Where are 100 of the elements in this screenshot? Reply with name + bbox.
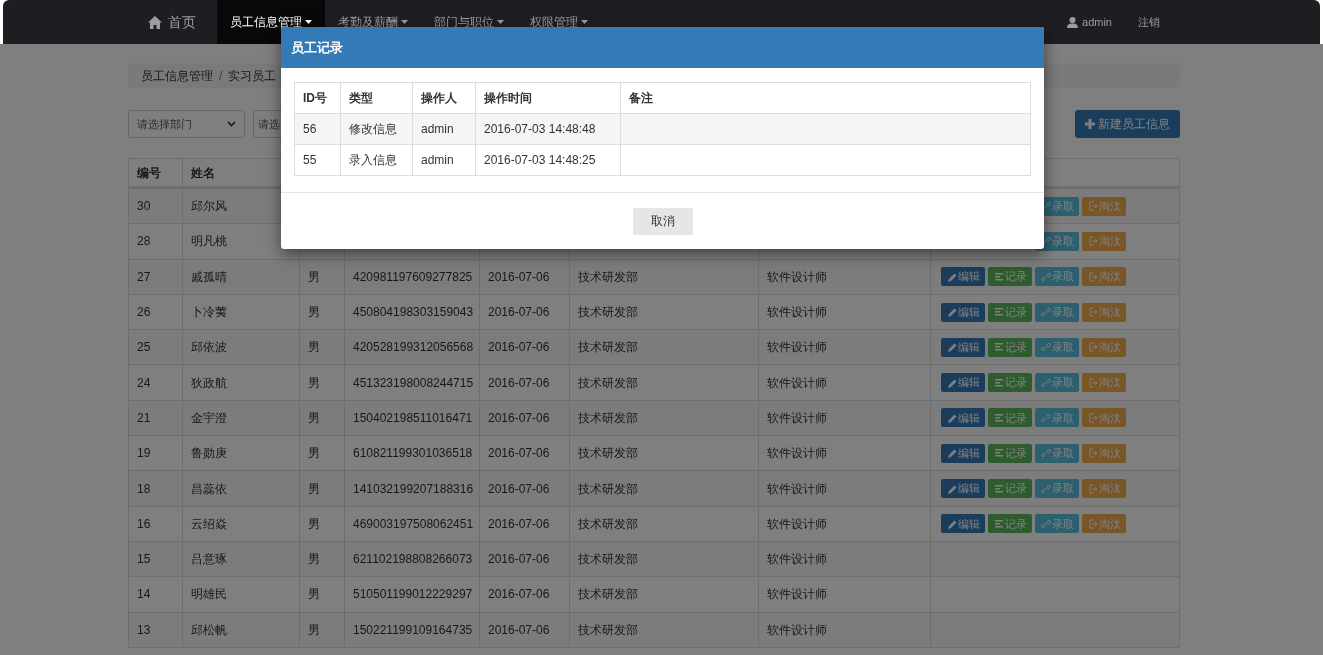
recruit-button[interactable]: 录取 <box>1035 373 1079 393</box>
table-cell: 2016-07-06 <box>480 506 570 541</box>
record-button[interactable]: 记录 <box>988 337 1032 357</box>
recruit-button[interactable]: 录取 <box>1035 479 1079 498</box>
select-field[interactable]: 请选择部门 <box>128 110 245 138</box>
new-employee-button[interactable]: 新建员工信息 <box>1075 110 1180 138</box>
table-cell: 2016-07-06 <box>480 612 570 647</box>
table-cell: 云绍焱 <box>183 506 300 541</box>
dismiss-button[interactable]: 淘汰 <box>1082 443 1126 463</box>
cancel-button[interactable]: 取消 <box>632 207 693 235</box>
nav-item[interactable]: 权限管理 <box>517 0 601 44</box>
link-icon <box>1040 412 1051 423</box>
dismiss-button[interactable]: 淘汰 <box>1082 337 1126 357</box>
table-cell: 150221199109164735 <box>345 612 480 647</box>
record-button[interactable]: 记录 <box>988 479 1032 498</box>
dismiss-button[interactable]: 淘汰 <box>1082 231 1126 251</box>
dismiss-button[interactable]: 淘汰 <box>1082 373 1126 393</box>
recruit-button[interactable]: 录取 <box>1035 337 1079 357</box>
exit-icon <box>1087 448 1098 459</box>
table-cell: 软件设计师 <box>759 612 931 647</box>
dismiss-button[interactable]: 淘汰 <box>1082 267 1126 287</box>
exit-icon <box>1087 518 1098 529</box>
edit-button[interactable]: 编辑 <box>941 479 985 498</box>
table-cell: admin <box>413 145 476 175</box>
table-cell: 邱松帆 <box>183 612 300 647</box>
table-cell: 2016-07-06 <box>480 577 570 612</box>
table-cell: 13 <box>129 612 183 647</box>
user-link[interactable]: admin <box>1067 13 1112 31</box>
list-icon <box>993 518 1004 529</box>
list-icon <box>993 448 1004 459</box>
exit-icon <box>1087 271 1098 282</box>
dismiss-button[interactable]: 淘汰 <box>1082 514 1126 534</box>
pencil-icon <box>946 271 957 282</box>
table-cell: 男 <box>300 365 345 400</box>
breadcrumb-separator: / <box>219 67 223 85</box>
column-header: 备注 <box>628 90 654 107</box>
recruit-button[interactable]: 录取 <box>1035 302 1079 322</box>
pencil-icon <box>946 342 957 353</box>
edit-button[interactable]: 编辑 <box>941 302 985 322</box>
nav-item[interactable]: 部门与职位 <box>421 0 517 44</box>
edit-button[interactable]: 编辑 <box>941 337 985 357</box>
recruit-button[interactable]: 录取 <box>1035 408 1079 428</box>
exit-icon <box>1087 377 1098 388</box>
link-icon <box>1040 307 1051 318</box>
table-cell: 技术研发部 <box>570 471 759 506</box>
breadcrumb-link[interactable]: 实习员工 <box>228 66 277 85</box>
table-cell: 420981197609277825 <box>345 259 480 294</box>
caret-icon <box>305 20 312 24</box>
home-icon <box>148 15 162 29</box>
list-icon <box>993 307 1004 318</box>
table-cell: 28 <box>129 224 183 259</box>
dismiss-button[interactable]: 淘汰 <box>1082 479 1126 498</box>
record-button[interactable]: 记录 <box>988 443 1032 463</box>
record-button[interactable]: 记录 <box>988 302 1032 322</box>
pencil-icon <box>946 483 957 494</box>
table-cell: 469003197508062451 <box>345 506 480 541</box>
table-cell: 27 <box>129 259 183 294</box>
edit-button[interactable]: 编辑 <box>941 443 985 463</box>
exit-icon <box>1087 201 1098 212</box>
pencil-icon <box>946 412 957 423</box>
table-cell: 技术研发部 <box>570 506 759 541</box>
edit-button[interactable]: 编辑 <box>941 267 985 287</box>
caret-icon <box>497 20 504 24</box>
table-cell: 软件设计师 <box>759 577 931 612</box>
dismiss-button[interactable]: 淘汰 <box>1082 196 1126 216</box>
record-button[interactable]: 记录 <box>988 267 1032 287</box>
table-cell: 24 <box>129 365 183 400</box>
table-cell: 昌蕊依 <box>183 471 300 506</box>
table-cell: 男 <box>300 577 345 612</box>
edit-button[interactable]: 编辑 <box>941 373 985 393</box>
recruit-button[interactable]: 录取 <box>1035 443 1079 463</box>
link-icon <box>1040 377 1051 388</box>
exit-icon <box>1087 342 1098 353</box>
recruit-button[interactable]: 录取 <box>1035 514 1079 534</box>
dismiss-button[interactable]: 淘汰 <box>1082 302 1126 322</box>
table-cell: 2016-07-06 <box>480 365 570 400</box>
table-cell: 18 <box>129 471 183 506</box>
edit-button[interactable]: 编辑 <box>941 514 985 534</box>
table-cell: 戚孤晴 <box>183 259 300 294</box>
user-icon <box>1067 16 1079 28</box>
edit-button[interactable]: 编辑 <box>941 408 985 428</box>
table-cell: 技术研发部 <box>570 612 759 647</box>
link-icon <box>1040 271 1051 282</box>
link-icon <box>1040 448 1051 459</box>
caret-icon <box>401 20 408 24</box>
record-button[interactable]: 记录 <box>988 514 1032 534</box>
pencil-icon <box>946 518 957 529</box>
list-icon <box>993 483 1004 494</box>
nav-item[interactable]: 首页 <box>135 0 209 44</box>
chevron-down-icon <box>227 121 236 127</box>
dismiss-button[interactable]: 淘汰 <box>1082 408 1126 428</box>
table-cell: 2016-07-06 <box>480 471 570 506</box>
recruit-button[interactable]: 录取 <box>1035 267 1079 287</box>
breadcrumb-link[interactable]: 员工信息管理 <box>141 66 213 85</box>
list-icon <box>993 377 1004 388</box>
pencil-icon <box>946 307 957 318</box>
logout-link[interactable]: 注销 <box>1138 13 1160 31</box>
table-cell: 男 <box>300 506 345 541</box>
record-button[interactable]: 记录 <box>988 408 1032 428</box>
record-button[interactable]: 记录 <box>988 373 1032 393</box>
